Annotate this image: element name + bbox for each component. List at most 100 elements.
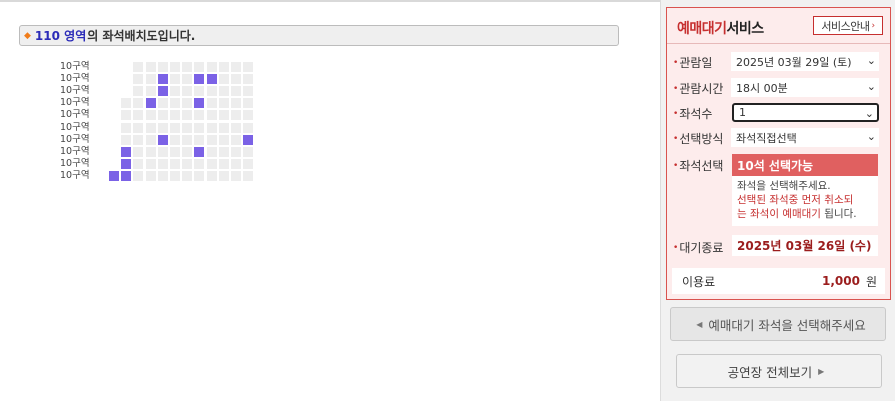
status-line-1: 좌석을 선택해주세요. [737, 180, 831, 192]
seat-status-header: 10석 선택가능 [732, 154, 878, 176]
unavailable-seat [133, 158, 144, 169]
fee-label: 이용료 [682, 274, 716, 289]
unavailable-seat [194, 110, 205, 121]
unavailable-seat [157, 110, 168, 121]
seat-gap [109, 62, 119, 72]
date-select[interactable]: 2025년 03월 29일 (토) ⌄ [731, 52, 879, 71]
unavailable-seat [194, 134, 205, 145]
seat-gap [109, 123, 119, 133]
available-seat[interactable] [121, 158, 132, 169]
unavailable-seat [218, 74, 229, 85]
method-select[interactable]: 좌석직접선택 ⌄ [731, 128, 879, 147]
area-title-bar: ◆ 110 영역 의 좌석배치도입니다. [19, 25, 619, 46]
unavailable-seat [206, 122, 217, 133]
service-guide-button[interactable]: 서비스안내 › [813, 16, 883, 35]
view-venue-button[interactable]: 공연장 전체보기 ▶ [676, 354, 882, 388]
unavailable-seat [169, 62, 180, 73]
unavailable-seat [169, 98, 180, 109]
seat-gap [121, 86, 131, 96]
available-seat[interactable] [121, 146, 132, 157]
unavailable-seat [182, 110, 193, 121]
fee-unit: 원 [865, 274, 877, 289]
seat-row: 10구역 [60, 109, 255, 121]
unavailable-seat [169, 170, 180, 181]
unavailable-seat [133, 170, 144, 181]
area-title-suffix: 의 좌석배치도입니다. [87, 29, 196, 43]
unavailable-seat [206, 158, 217, 169]
unavailable-seat [145, 158, 156, 169]
seat-count-value: 1 [739, 106, 746, 119]
fee-amount: 1,000 [821, 274, 860, 288]
unavailable-seat [121, 110, 132, 121]
unavailable-seat [133, 98, 144, 109]
available-seat[interactable] [157, 86, 168, 97]
unavailable-seat [182, 74, 193, 85]
unavailable-seat [145, 146, 156, 157]
available-seat[interactable] [157, 134, 168, 145]
unavailable-seat [218, 134, 229, 145]
available-seat[interactable] [145, 98, 156, 109]
available-seat[interactable] [194, 98, 205, 109]
unavailable-seat [169, 86, 180, 97]
seat-gap [109, 110, 119, 120]
unavailable-seat [194, 158, 205, 169]
unavailable-seat [243, 146, 254, 157]
seat-status-message: 좌석을 선택해주세요. 선택된 좌석중 먼저 취소되 는 좌석이 예매대기 됩니… [732, 176, 878, 224]
unavailable-seat [218, 86, 229, 97]
unavailable-seat [194, 122, 205, 133]
unavailable-seat [145, 134, 156, 145]
unavailable-seat [182, 146, 193, 157]
available-seat[interactable] [194, 74, 205, 85]
unavailable-seat [133, 86, 144, 97]
unavailable-seat [218, 158, 229, 169]
seat-gap [109, 147, 119, 157]
unavailable-seat [230, 122, 241, 133]
seat-row-label: 10구역 [60, 109, 90, 121]
available-seat[interactable] [206, 74, 217, 85]
unavailable-seat [206, 62, 217, 73]
unavailable-seat [157, 158, 168, 169]
diamond-bullet-icon: ◆ [24, 30, 31, 41]
unavailable-seat [206, 170, 217, 181]
end-label: •대기종료 [673, 241, 724, 255]
unavailable-seat [230, 146, 241, 157]
seat-row: 10구역 [60, 146, 255, 158]
unavailable-seat [218, 170, 229, 181]
top-divider [0, 0, 660, 2]
unavailable-seat [182, 134, 193, 145]
seat-count-select[interactable]: 1 ⌄ [732, 103, 879, 122]
unavailable-seat [169, 134, 180, 145]
panel-divider [667, 43, 890, 44]
triangle-right-icon: ▶ [818, 366, 825, 376]
unavailable-seat [243, 158, 254, 169]
unavailable-seat [169, 74, 180, 85]
time-select[interactable]: 18시 00분 ⌄ [731, 78, 879, 97]
unavailable-seat [157, 146, 168, 157]
available-seat[interactable] [157, 74, 168, 85]
unavailable-seat [194, 62, 205, 73]
chevron-down-icon: ⌄ [866, 80, 876, 93]
unavailable-seat [169, 146, 180, 157]
seat-row-label: 10구역 [60, 73, 90, 85]
time-label: •관람시간 [673, 82, 724, 96]
available-seat[interactable] [121, 170, 132, 181]
available-seat[interactable] [243, 134, 254, 145]
available-seat[interactable] [109, 170, 119, 181]
status-line-2: 선택된 좌석중 먼저 취소되 [737, 194, 854, 206]
unavailable-seat [169, 158, 180, 169]
unavailable-seat [243, 74, 254, 85]
unavailable-seat [243, 98, 254, 109]
unavailable-seat [218, 146, 229, 157]
seat-row-label: 10구역 [60, 61, 90, 73]
end-date-value: 2025년 03월 26일 (수) [732, 235, 878, 256]
available-seat[interactable] [194, 146, 205, 157]
seat-row: 10구역 [60, 61, 255, 73]
seat-count-label: •좌석수 [673, 107, 713, 121]
unavailable-seat [157, 62, 168, 73]
chevron-down-icon: ⌄ [866, 54, 876, 67]
unavailable-seat [230, 134, 241, 145]
seat-row-label: 10구역 [60, 121, 90, 133]
select-waitlist-seat-button[interactable]: ◀ 예매대기 좌석을 선택해주세요 [670, 307, 886, 341]
seat-row: 10구역 [60, 97, 255, 109]
status-line-3-warn: 는 좌석이 예매대기 [737, 208, 821, 220]
